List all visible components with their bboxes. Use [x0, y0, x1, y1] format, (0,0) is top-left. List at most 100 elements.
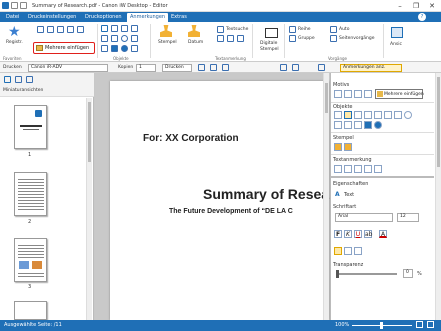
highlight-icon[interactable]	[217, 35, 224, 42]
underline-icon[interactable]	[227, 35, 234, 42]
motiv-select-icon[interactable]	[334, 90, 342, 98]
obj-textbox-icon[interactable]	[344, 111, 352, 119]
tab-datei[interactable]: Datei	[3, 13, 22, 22]
register-button[interactable]: Registr.	[6, 40, 23, 45]
comments-tab-icon[interactable]	[15, 76, 22, 83]
ta-highlight-icon[interactable]	[344, 165, 352, 173]
fit-page-icon[interactable]	[416, 321, 423, 328]
fit-width-icon[interactable]	[427, 321, 434, 328]
help-icon[interactable]: ?	[418, 13, 426, 21]
mehrere-einfuegen-button[interactable]: Mehrere einfügen	[33, 42, 95, 54]
gruppe-button[interactable]: Gruppe	[298, 36, 315, 41]
bookmarks-tab-icon[interactable]	[26, 76, 33, 83]
anmerkungen-anzeigen-toggle[interactable]: Anmerkungen anz.	[340, 63, 402, 72]
font-size-select[interactable]: 12	[397, 213, 419, 222]
filled-ellipse-icon[interactable]	[121, 45, 128, 52]
digitale-stempel-label[interactable]: Stempel	[260, 47, 279, 52]
digitale-label[interactable]: Digitale	[260, 41, 277, 46]
printer-select[interactable]: Canon iR-ADV	[28, 63, 108, 72]
zoom-icon[interactable]	[57, 26, 64, 33]
document-page[interactable]: For: XX Corporation Summary of Resea The…	[110, 81, 329, 320]
undo2-icon[interactable]	[318, 64, 325, 71]
email-icon[interactable]	[210, 64, 217, 71]
minimize-button[interactable]: –	[392, 1, 408, 11]
text-tool-icon[interactable]	[101, 25, 108, 32]
obj-rect-icon[interactable]	[394, 111, 402, 119]
transparenz-slider[interactable]	[336, 270, 397, 278]
ta-search-icon[interactable]	[334, 165, 342, 173]
align-right-icon[interactable]	[354, 247, 362, 255]
datum-button[interactable]: Datum	[188, 40, 203, 45]
ellipse-icon[interactable]	[121, 35, 128, 42]
font-select[interactable]: Arial	[335, 213, 393, 222]
document-scrollbar[interactable]	[323, 73, 329, 320]
underline-style-icon[interactable]: U	[354, 230, 362, 238]
bold-icon[interactable]: F	[334, 230, 342, 238]
hand-icon[interactable]	[47, 26, 54, 33]
datum-icon[interactable]	[188, 25, 200, 37]
pdf-icon[interactable]	[198, 64, 205, 71]
marker-icon[interactable]	[101, 45, 108, 52]
obj-fill-ellipse-icon[interactable]	[374, 121, 382, 129]
sticky-note-icon[interactable]	[131, 45, 138, 52]
maximize-button[interactable]: ❐	[408, 1, 424, 11]
obj-line-icon[interactable]	[374, 111, 382, 119]
thumbnail-page-3[interactable]	[14, 238, 47, 282]
textsuche-button[interactable]: Textsuche	[226, 27, 248, 32]
motiv-pages-icon[interactable]	[364, 90, 372, 98]
auto-button[interactable]: Auto	[339, 27, 349, 32]
motiv-zoom-icon[interactable]	[354, 90, 362, 98]
panel-scrollbar[interactable]	[435, 73, 441, 320]
thumbnail-scrollbar[interactable]	[86, 98, 92, 320]
obj-note-icon[interactable]	[354, 111, 362, 119]
reihe-button[interactable]: Reihe	[298, 27, 311, 32]
star-icon[interactable]: ★	[8, 25, 21, 39]
filled-rect-icon[interactable]	[111, 45, 118, 52]
transparenz-slider-handle[interactable]	[336, 270, 339, 278]
transparenz-input[interactable]: 0	[403, 269, 413, 278]
obj-polygon-icon[interactable]	[354, 121, 362, 129]
ansicht-button[interactable]: Ansic	[390, 42, 402, 47]
tab-extras[interactable]: Extras	[168, 13, 190, 22]
kopien-input[interactable]: 1	[136, 63, 156, 72]
thumbnail-page-2[interactable]	[14, 172, 47, 216]
obj-marker-icon[interactable]	[334, 121, 342, 129]
strikethrough-icon[interactable]: ab	[364, 230, 373, 238]
obj-polyline-icon[interactable]	[344, 121, 352, 129]
drucken-button[interactable]: Drucken	[162, 63, 192, 72]
close-button[interactable]: ✕	[424, 1, 440, 11]
pen-icon[interactable]	[101, 35, 108, 42]
tab-druckoptionen[interactable]: Druckoptionen	[82, 13, 125, 22]
zoom-slider[interactable]	[352, 322, 412, 329]
delete-icon[interactable]	[292, 64, 299, 71]
datum-panel-icon[interactable]	[344, 143, 352, 151]
seitenvorgaenge-button[interactable]: Seitenvorgänge	[339, 36, 375, 41]
font-color-icon[interactable]: A	[379, 230, 387, 238]
stempel-icon[interactable]	[160, 25, 172, 37]
strike-icon[interactable]	[237, 35, 244, 42]
ta-strike-icon[interactable]	[364, 165, 372, 173]
ta-underline-icon[interactable]	[354, 165, 362, 173]
save-icon[interactable]	[11, 2, 18, 9]
stempel-panel-icon[interactable]	[334, 143, 342, 151]
textbox-icon[interactable]	[111, 25, 118, 32]
polygon-icon[interactable]	[131, 35, 138, 42]
thumbnail-page-1[interactable]	[14, 105, 47, 149]
obj-fill-rect-icon[interactable]	[364, 121, 372, 129]
tab-druckeinstellungen[interactable]: Druckeinstellungen	[25, 13, 79, 22]
link-icon[interactable]	[77, 26, 84, 33]
stempel-button[interactable]: Stempel	[158, 40, 177, 45]
panel-mehrere-button[interactable]: Mehrere einfügen	[375, 89, 424, 99]
obj-arrow-icon[interactable]	[384, 111, 392, 119]
pages-icon[interactable]	[67, 26, 74, 33]
digital-stamp-icon[interactable]	[265, 28, 278, 38]
rect-icon[interactable]	[111, 35, 118, 42]
obj-ellipse-icon[interactable]	[404, 111, 412, 119]
ta-replace-icon[interactable]	[374, 165, 382, 173]
zoom-slider-handle[interactable]	[380, 322, 383, 329]
thumbnail-tab-icon[interactable]	[4, 76, 11, 83]
copy-icon[interactable]	[222, 64, 229, 71]
align-left-icon[interactable]	[334, 247, 342, 255]
cut-icon[interactable]	[280, 64, 287, 71]
obj-pen-icon[interactable]	[364, 111, 372, 119]
